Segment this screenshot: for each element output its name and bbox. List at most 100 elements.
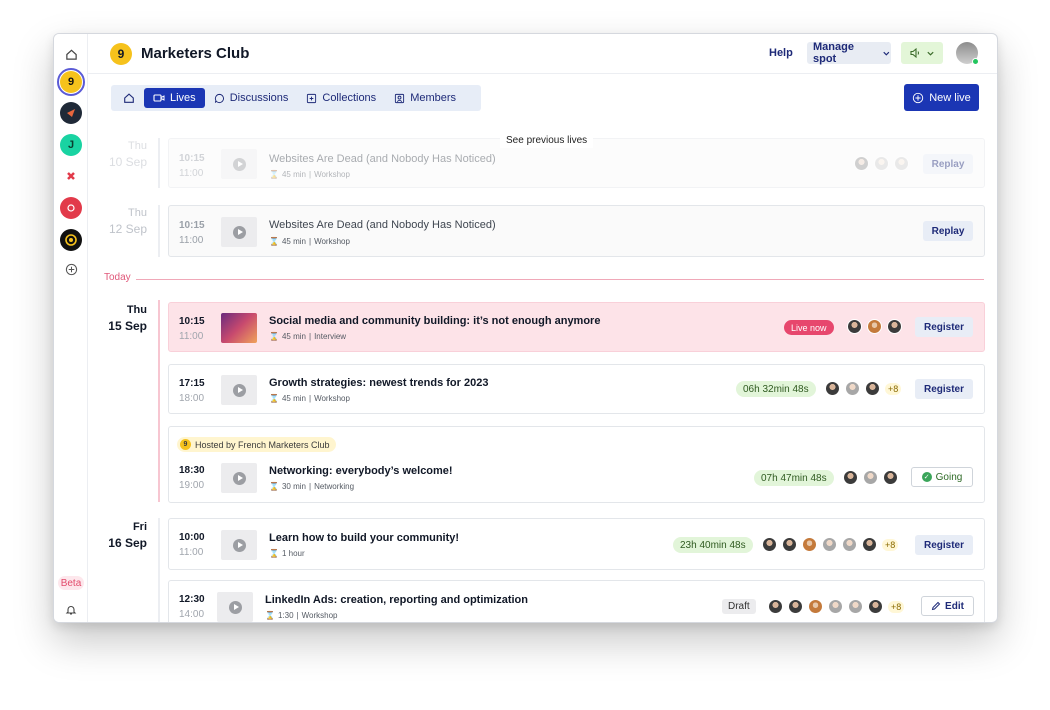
space-dark-icon[interactable] [60, 102, 82, 124]
timeline-line-today [158, 300, 160, 502]
more-attendees-count: +8 [882, 538, 899, 551]
avatar [867, 319, 882, 334]
play-icon [232, 157, 246, 171]
see-previous-lives-button[interactable]: See previous lives [500, 132, 594, 148]
event-thumbnail [221, 375, 257, 405]
avatar [847, 319, 862, 334]
help-link[interactable]: Help [769, 47, 793, 59]
event-card[interactable]: 10:15 11:00 Websites Are Dead (and Nobod… [168, 205, 985, 257]
space-red-icon[interactable] [60, 165, 82, 187]
chevron-down-icon [883, 51, 890, 56]
avatar [788, 599, 803, 614]
event-title[interactable]: Websites Are Dead (and Nobody Has Notice… [269, 153, 496, 165]
avatar [848, 599, 863, 614]
video-icon [153, 94, 165, 102]
hourglass-icon: ⌛ [269, 394, 279, 403]
new-live-button[interactable]: New live [904, 84, 979, 111]
avatar [825, 381, 840, 396]
day-label: Thu 15 Sep [108, 304, 147, 333]
event-thumbnail [221, 149, 257, 179]
tab-collections[interactable]: Collections [297, 88, 385, 108]
collection-icon [307, 93, 317, 103]
space-j-icon[interactable]: J [60, 134, 82, 156]
event-thumbnail [221, 530, 257, 560]
avatar [843, 470, 858, 485]
day-label: Thu 12 Sep [108, 207, 147, 236]
play-icon [232, 538, 246, 552]
avatar [865, 381, 880, 396]
attendee-avatars [854, 156, 909, 171]
app-window: 9 J Beta 9 Marketers Club Help Manage sp… [53, 33, 998, 623]
event-title[interactable]: LinkedIn Ads: creation, reporting and op… [265, 594, 528, 606]
event-thumbnail [217, 592, 253, 622]
event-card[interactable]: 10:00 11:00 Learn how to build your comm… [168, 518, 985, 570]
tab-label: Collections [322, 92, 377, 104]
space-marketers-club-icon[interactable]: 9 [57, 68, 85, 96]
event-card[interactable]: 9 Hosted by French Marketers Club 18:30 … [168, 426, 985, 503]
manage-spot-label: Manage spot [813, 41, 854, 65]
bell-icon[interactable] [60, 599, 82, 621]
tab-lives[interactable]: Lives [144, 88, 205, 108]
event-meta: ⌛ 45 min | Interview [269, 332, 347, 341]
edit-button[interactable]: Edit [921, 596, 974, 616]
new-live-label: New live [929, 91, 971, 104]
online-status-dot [972, 58, 979, 65]
tab-members[interactable]: Members [385, 88, 465, 108]
register-button[interactable]: Register [915, 535, 973, 555]
avatar [894, 156, 909, 171]
speaker-icon [910, 47, 919, 59]
event-title[interactable]: Learn how to build your community! [269, 532, 459, 544]
event-card-live[interactable]: 10:15 11:00 Social media and community b… [168, 302, 985, 352]
register-button[interactable]: Register [915, 317, 973, 337]
event-card[interactable]: 17:15 18:00 Growth strategies: newest tr… [168, 364, 985, 414]
event-title[interactable]: Websites Are Dead (and Nobody Has Notice… [269, 219, 496, 231]
tab-discussions[interactable]: Discussions [205, 88, 298, 108]
going-button[interactable]: ✓ Going [911, 467, 973, 487]
page-title: Marketers Club [141, 45, 250, 62]
club-logo: 9 [110, 42, 132, 65]
event-title[interactable]: Growth strategies: newest trends for 202… [269, 377, 488, 389]
space-target-icon[interactable] [60, 229, 82, 251]
manage-spot-button[interactable]: Manage spot [807, 41, 891, 65]
event-card[interactable]: 12:30 14:00 LinkedIn Ads: creation, repo… [168, 580, 985, 622]
event-title[interactable]: Social media and community building: it’… [269, 315, 600, 327]
hourglass-icon: ⌛ [269, 237, 279, 246]
home-icon[interactable] [60, 43, 82, 65]
avatar [845, 381, 860, 396]
attendee-avatars [843, 470, 898, 485]
chat-icon [214, 93, 224, 103]
timeline-line [158, 138, 160, 188]
live-now-badge: Live now [784, 320, 834, 335]
replay-button[interactable]: Replay [923, 221, 973, 241]
avatar [802, 537, 817, 552]
avatar [768, 599, 783, 614]
more-attendees-count: +8 [888, 600, 905, 613]
timeline-line [158, 205, 160, 257]
tab-home[interactable] [114, 88, 144, 108]
countdown-badge: 07h 47min 48s [754, 470, 834, 486]
space-pink-icon[interactable] [60, 197, 82, 219]
avatar [828, 599, 843, 614]
day-label: Fri 16 Sep [108, 521, 147, 550]
register-button[interactable]: Register [915, 379, 973, 399]
pencil-icon [931, 601, 941, 611]
tab-label: Discussions [229, 92, 289, 104]
tab-label: Members [410, 92, 457, 104]
host-logo: 9 [180, 439, 191, 450]
avatar [808, 599, 823, 614]
beta-badge: Beta [58, 576, 84, 590]
event-thumbnail [221, 463, 257, 493]
event-meta: ⌛ 45 min | Workshop [269, 170, 350, 179]
event-meta: ⌛ 1 hour [269, 549, 305, 558]
play-icon [232, 471, 246, 485]
plus-circle-icon [913, 92, 924, 103]
space-tabs: Lives Discussions Collections Members [111, 85, 481, 111]
hosted-by-badge: 9 Hosted by French Marketers Club [177, 437, 336, 452]
event-title[interactable]: Networking: everybody’s welcome! [269, 465, 453, 477]
replay-button[interactable]: Replay [923, 154, 973, 174]
today-divider: Today [104, 272, 984, 286]
play-icon [232, 383, 246, 397]
add-space-icon[interactable] [60, 258, 82, 280]
day-label: Thu 10 Sep [108, 140, 147, 169]
sound-toggle[interactable] [901, 42, 943, 64]
